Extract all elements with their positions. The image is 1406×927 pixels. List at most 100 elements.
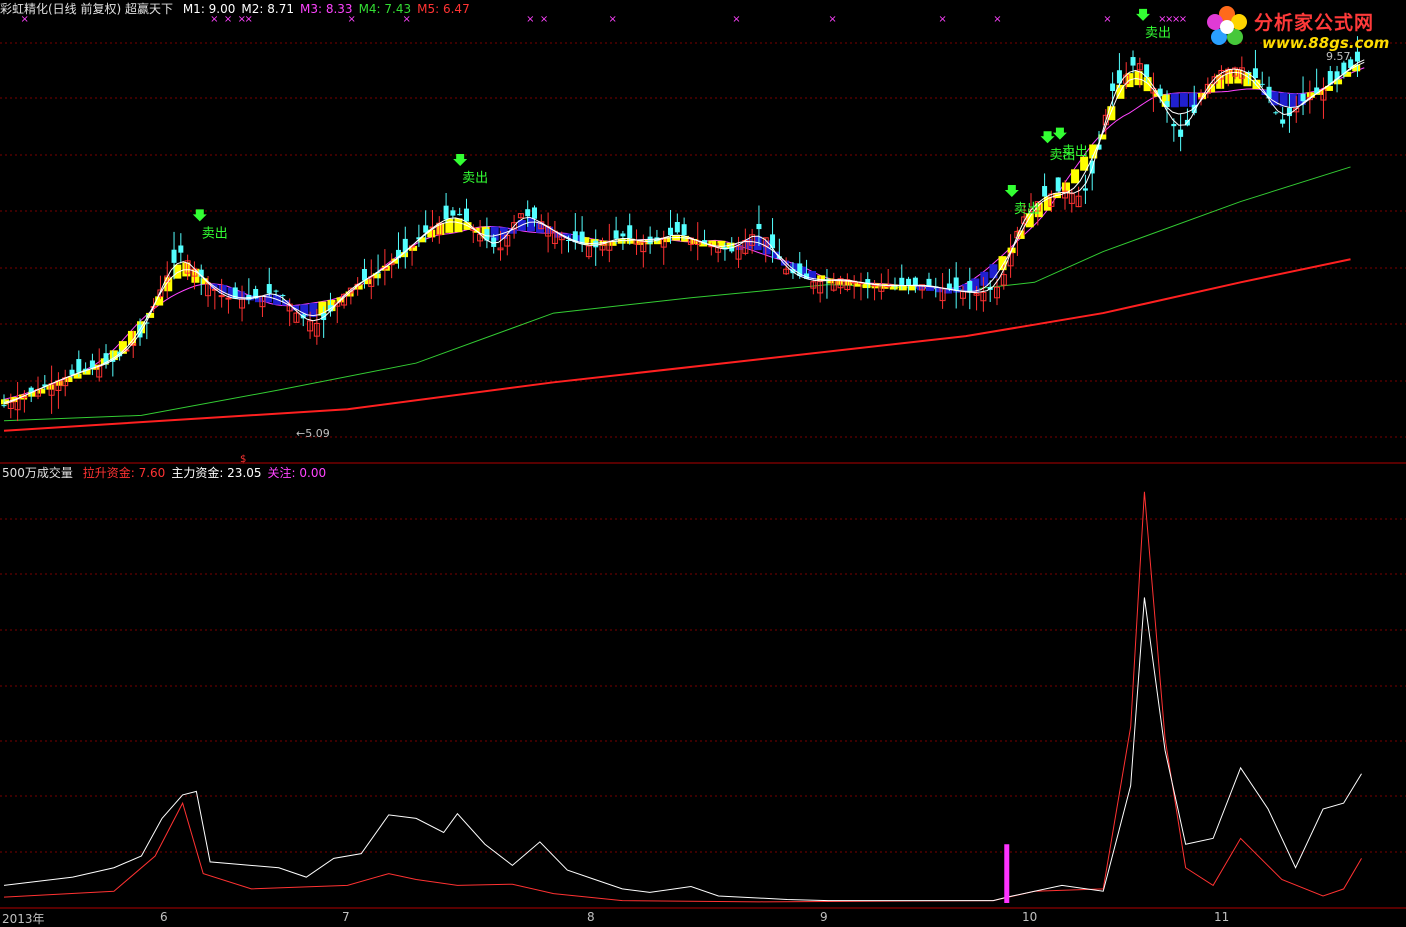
candle-down	[525, 209, 531, 217]
candle-down	[681, 224, 687, 236]
sell-arrow-icon	[192, 209, 207, 222]
candle-down	[457, 213, 463, 216]
candle-down	[756, 223, 762, 230]
candle-down	[1178, 129, 1184, 137]
signal-marker: ×	[732, 14, 740, 25]
yellow-band-block	[164, 277, 173, 292]
blue-band-block	[989, 264, 998, 279]
site-logo: 分析家公式网 www.88gs.com	[1204, 4, 1400, 54]
candle-down	[674, 222, 680, 233]
candle-down	[532, 207, 538, 219]
yellow-band-block	[1071, 169, 1080, 184]
ma-value-4: M4: 7.43	[358, 2, 412, 16]
candle-down	[899, 277, 905, 286]
signal-marker: ×	[1103, 14, 1111, 25]
signal-marker: ×	[938, 14, 946, 25]
signal-marker: ×	[828, 14, 836, 25]
yellow-band-block	[436, 223, 445, 235]
volume-panel-header: 500万成交量 拉升资金: 7.60 主力资金: 23.05 关注: 0.00	[2, 466, 338, 480]
candle-down	[1252, 68, 1258, 78]
date-axis-label: 9	[820, 910, 828, 924]
ma-value-5: M5: 6.47	[417, 2, 470, 16]
date-axis-label: 7	[342, 910, 350, 924]
ma-value-1: M1: 9.00	[182, 2, 236, 16]
signal-marker: ×	[609, 14, 617, 25]
date-axis-label: 10	[1022, 910, 1038, 924]
dividend-marker: $	[240, 454, 246, 465]
blue-band-block	[1179, 92, 1188, 107]
signal-marker: ×	[1179, 14, 1187, 25]
sell-label: 卖出	[1062, 145, 1088, 160]
candle-down	[1280, 119, 1286, 124]
focus-bar	[1004, 844, 1010, 903]
candle-up	[225, 297, 232, 300]
sell-arrow-icon	[1004, 184, 1019, 197]
sell-arrow-icon	[1040, 131, 1055, 144]
volume-indicator-2: 主力资金: 23.05	[171, 466, 262, 480]
date-axis-label: 8	[587, 910, 595, 924]
candle-down	[171, 249, 177, 263]
date-axis-label: 11	[1214, 910, 1230, 924]
candle-down	[593, 240, 599, 248]
candle-down	[450, 210, 456, 216]
candle-up	[218, 295, 225, 298]
date-axis-label: 2013年	[2, 912, 45, 926]
signal-marker: ×	[993, 14, 1001, 25]
candle-down	[620, 233, 626, 237]
signal-marker: ×	[540, 14, 548, 25]
candle-down	[1273, 112, 1279, 114]
yellow-band-block	[998, 256, 1007, 271]
candle-down	[1110, 83, 1116, 91]
candle-down	[1300, 93, 1306, 102]
candle-down	[953, 277, 959, 291]
candle-down	[912, 277, 918, 286]
candle-down	[273, 290, 279, 292]
candle-down	[1, 405, 7, 407]
ma-values: M1: 9.00 M2: 8.71 M3: 8.33 M4: 7.43 M5: 6.47	[183, 2, 476, 16]
price-chart[interactable]: × × × ×× × × × × × × × × × × ××××卖出卖出卖出卖出卖出卖出9.57←5.09…	[0, 0, 1406, 925]
sell-arrow-icon	[1136, 8, 1151, 21]
volume-indicator-values: 拉升资金: 7.60 主力资金: 23.05 关注: 0.00	[83, 466, 332, 480]
candle-down	[647, 236, 653, 244]
candle-down	[1259, 83, 1265, 85]
candle-down	[361, 269, 367, 281]
volume-panel-title: 500万成交量	[2, 466, 73, 480]
volume-indicator-1: 拉升资金: 7.60	[82, 466, 166, 480]
blue-band-block	[762, 240, 771, 255]
volume-line-white	[3, 597, 1362, 902]
sell-label: 卖出	[462, 171, 488, 186]
candle-down	[76, 359, 82, 373]
ma-value-3: M3: 8.33	[299, 2, 353, 16]
candle-down	[1171, 123, 1177, 127]
candle-down	[613, 230, 619, 239]
volume-indicator-3: 关注: 0.00	[267, 466, 327, 480]
blue-band-block	[980, 271, 989, 286]
candle-down	[1130, 57, 1136, 66]
yellow-band-block	[454, 218, 463, 233]
candle-down	[906, 278, 912, 286]
sell-label: 卖出	[1145, 26, 1171, 41]
logo-url: www.88gs.com	[1262, 34, 1390, 52]
sell-arrow-icon	[453, 154, 468, 167]
yellow-band-block	[1143, 77, 1152, 92]
sell-arrow-icon	[1052, 127, 1067, 140]
candle-down	[1286, 107, 1292, 117]
logo-brand: 分析家公式网	[1254, 12, 1375, 34]
candle-down	[1055, 177, 1061, 192]
candle-down	[926, 278, 932, 286]
candle-down	[1042, 186, 1048, 197]
candle-down	[627, 225, 633, 239]
flower-logo-icon	[1207, 6, 1247, 45]
candle-down	[443, 205, 449, 220]
sell-label: 卖出	[202, 226, 228, 241]
ma-value-2: M2: 8.71	[241, 2, 294, 16]
main-chart-header: 彩虹精化(日线 前复权) 超赢天下 M1: 9.00 M2: 8.71 M3: 8.…	[0, 2, 482, 16]
blue-band-block	[1170, 93, 1179, 108]
candle-down	[280, 295, 286, 297]
stock-title: 彩虹精化(日线 前复权) 超赢天下	[0, 2, 173, 16]
sell-label: 卖出	[1014, 202, 1040, 217]
signal-marker: ×	[526, 14, 534, 25]
candle-down	[266, 284, 272, 294]
yellow-band-block	[1225, 69, 1234, 84]
candle-down	[463, 208, 469, 222]
